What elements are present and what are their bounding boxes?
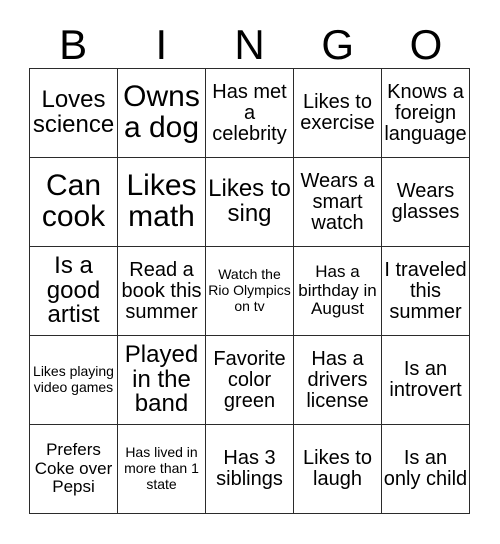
- bingo-cell-label: Has a drivers license: [306, 347, 369, 412]
- bingo-cell-label: Knows a foreign language: [384, 80, 467, 145]
- bingo-cell-r4-c3[interactable]: Favorite color green: [206, 336, 294, 425]
- bingo-cell-r5-c1[interactable]: Prefers Coke over Pepsi: [30, 425, 118, 514]
- bingo-cell-r3-c2[interactable]: Read a book this summer: [118, 247, 206, 336]
- bingo-cell-label: Has 3 siblings: [216, 447, 283, 490]
- bingo-cell-label: Likes playing video games: [33, 363, 114, 395]
- bingo-header-letter-n: N: [234, 21, 265, 68]
- bingo-cell-label: Favorite color green: [213, 347, 286, 412]
- bingo-cell-r3-c3[interactable]: Watch the Rio Olympics on tv: [206, 247, 294, 336]
- bingo-cell-r4-c4[interactable]: Has a drivers license: [294, 336, 382, 425]
- bingo-header-letter-o: O: [409, 21, 443, 68]
- bingo-card: B I N G O Loves science Owns a dog Has met a c…: [0, 0, 500, 544]
- bingo-cell-label: Has a birthday in August: [298, 262, 377, 319]
- bingo-cell-r2-c2[interactable]: Likes math: [118, 158, 206, 247]
- bingo-cell-label: Wears a smart watch: [300, 169, 375, 234]
- bingo-cell-r5-c2[interactable]: Has lived in more than 1 state: [118, 425, 206, 514]
- bingo-cell-r1-c3[interactable]: Has met a celebrity: [206, 69, 294, 158]
- bingo-header-letter-b: B: [59, 21, 88, 68]
- bingo-cell-r4-c5[interactable]: Is an introvert: [382, 336, 470, 425]
- bingo-cell-label: Is a good artist: [46, 251, 101, 329]
- bingo-cell-label: Watch the Rio Olympics on tv: [208, 266, 291, 314]
- bingo-cell-label: Is an only child: [383, 447, 468, 490]
- bingo-cell-label: Is an introvert: [389, 358, 462, 401]
- bingo-cell-label: Likes to laugh: [303, 447, 372, 490]
- bingo-cell-r5-c3[interactable]: Has 3 siblings: [206, 425, 294, 514]
- bingo-cell-label: Loves science: [32, 86, 115, 138]
- bingo-cell-r1-c2[interactable]: Owns a dog: [118, 69, 206, 158]
- bingo-cell-r1-c1[interactable]: Loves science: [30, 69, 118, 158]
- bingo-cell-label: Wears glasses: [391, 180, 460, 223]
- bingo-cell-r3-c5[interactable]: I traveled this summer: [382, 247, 470, 336]
- bingo-cell-r5-c4[interactable]: Likes to laugh: [294, 425, 382, 514]
- bingo-cell-label: Played in the band: [124, 340, 199, 418]
- bingo-header-letter-i: I: [155, 21, 168, 68]
- bingo-cell-r2-c1[interactable]: Can cook: [30, 158, 118, 247]
- bingo-cell-r5-c5[interactable]: Is an only child: [382, 425, 470, 514]
- bingo-cell-r3-c4[interactable]: Has a birthday in August: [294, 247, 382, 336]
- bingo-cell-label: I traveled this summer: [384, 258, 467, 323]
- bingo-header-letter-g: G: [321, 21, 355, 68]
- bingo-grid: Loves science Owns a dog Has met a celebri…: [29, 68, 470, 514]
- bingo-header-row: BINGO: [29, 22, 470, 68]
- bingo-cell-label: Has lived in more than 1 state: [124, 444, 199, 492]
- bingo-cell-r2-c5[interactable]: Wears glasses: [382, 158, 470, 247]
- bingo-cell-r1-c5[interactable]: Knows a foreign language: [382, 69, 470, 158]
- bingo-cell-r1-c4[interactable]: Likes to exercise: [294, 69, 382, 158]
- bingo-cell-label: Likes math: [126, 169, 197, 233]
- bingo-cell-label: Owns a dog: [123, 80, 200, 144]
- bingo-cell-label: Likes to sing: [208, 175, 291, 227]
- bingo-cell-label: Prefers Coke over Pepsi: [34, 440, 113, 497]
- bingo-cell-r4-c1[interactable]: Likes playing video games: [30, 336, 118, 425]
- bingo-cell-label: Can cook: [41, 169, 106, 233]
- bingo-cell-r3-c1[interactable]: Is a good artist: [30, 247, 118, 336]
- bingo-cell-label: Has met a celebrity: [212, 80, 287, 145]
- bingo-cell-label: Likes to exercise: [300, 91, 375, 134]
- bingo-cell-r4-c2[interactable]: Played in the band: [118, 336, 206, 425]
- bingo-cell-label: Read a book this summer: [121, 258, 202, 323]
- bingo-cell-r2-c3[interactable]: Likes to sing: [206, 158, 294, 247]
- bingo-cell-r2-c4[interactable]: Wears a smart watch: [294, 158, 382, 247]
